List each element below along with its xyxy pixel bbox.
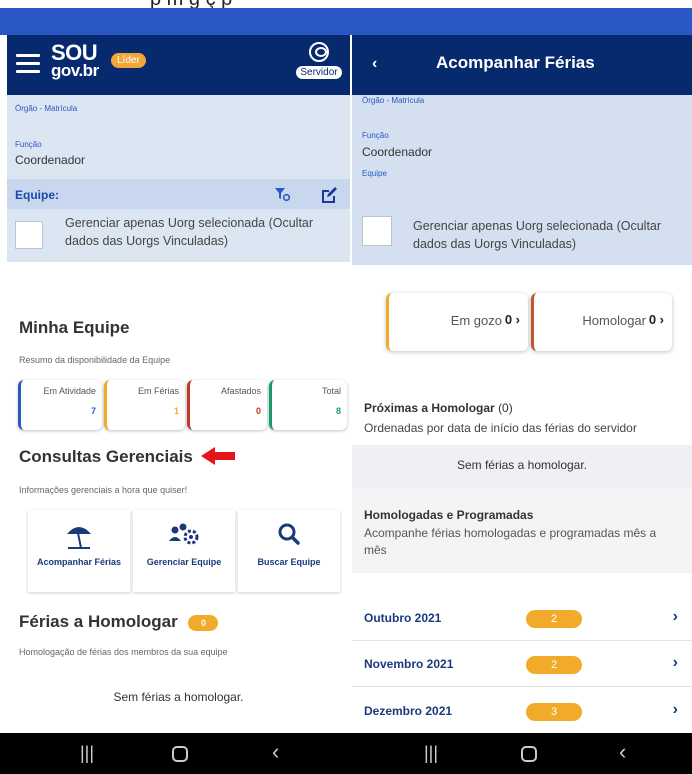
equipe-label: Equipe: (15, 188, 59, 202)
ferias-homologar-title: Férias a Homologar 0 (19, 612, 219, 632)
minha-equipe-subtitle: Resumo da disponibilidade da Equipe (19, 355, 171, 365)
home-screen: SOU gov.br Líder Servidor Órgão - Matríc… (7, 35, 350, 733)
proximas-empty-text: Sem férias a homologar. (456, 458, 588, 472)
stat-total[interactable]: Total 8 (269, 380, 347, 430)
homologadas-box: Homologadas e Programadas Acompanhe féri… (352, 487, 692, 573)
android-nav-bar: ||| ‹ ||| ‹ (0, 733, 692, 774)
homologadas-title: Homologadas e Programadas (364, 508, 534, 522)
manage-uorg-text: Gerenciar apenas Uorg selecionada (Ocult… (413, 219, 662, 251)
orgao-label: Órgão - Matrícula (362, 96, 425, 105)
user-icon (309, 42, 329, 62)
recent-apps-icon[interactable]: ||| (424, 743, 438, 764)
profile-label: Servidor (296, 66, 342, 79)
manage-uorg-row: Gerenciar apenas Uorg selecionada (Ocult… (7, 209, 350, 262)
status-bar (0, 8, 692, 35)
ferias-count-badge: 0 (188, 614, 219, 631)
consultas-subtitle: Informações gerenciais a hora que quiser… (19, 485, 188, 495)
menu-icon[interactable] (16, 54, 40, 74)
screen-title: Acompanhar Férias (436, 53, 595, 72)
card-em-gozo[interactable]: Em gozo 0 › (386, 293, 528, 351)
chevron-left-icon[interactable]: ‹ (372, 55, 377, 73)
back-icon[interactable]: ‹ (272, 739, 279, 765)
funcao-value: Coordenador (15, 153, 86, 167)
month-row-dezembro[interactable]: Dezembro 2021 3 › (352, 690, 692, 733)
recent-apps-icon[interactable]: ||| (80, 743, 94, 764)
proximas-title: Próximas a Homologar (0) (364, 401, 513, 415)
profile-button[interactable]: Servidor (293, 42, 345, 80)
manage-uorg-checkbox[interactable] (362, 216, 392, 246)
lider-badge: Líder (111, 53, 146, 68)
ferias-homologar-subtitle: Homologação de férias dos membros da sua… (19, 647, 228, 657)
manage-uorg-row: Gerenciar apenas Uorg selecionada (Ocult… (352, 204, 692, 265)
app-header: SOU gov.br Líder Servidor (7, 35, 350, 95)
stat-afastados[interactable]: Afastados 0 (187, 380, 267, 430)
month-row-novembro[interactable]: Novembro 2021 2 › (352, 643, 692, 687)
month-count-badge: 2 (526, 656, 582, 674)
consultas-title: Consultas Gerenciais (19, 447, 193, 466)
chevron-right-icon: › (672, 701, 678, 718)
sou-govbr-logo: SOU gov.br (51, 40, 99, 80)
equipe-label: Equipe (362, 169, 387, 178)
home-icon[interactable] (172, 746, 188, 762)
funcao-label: Função (362, 131, 389, 140)
chevron-right-icon: › (672, 608, 678, 625)
stat-em-ferias[interactable]: Em Férias 1 (104, 380, 185, 430)
user-info: Órgão - Matrícula Função Coordenador Equ… (352, 95, 692, 204)
proximas-empty-box: Sem férias a homologar. (352, 445, 692, 487)
month-count-badge: 2 (526, 610, 582, 628)
filter-icon[interactable] (274, 186, 290, 202)
tile-buscar-equipe[interactable]: Buscar Equipe (238, 510, 340, 592)
edit-icon[interactable] (320, 186, 338, 204)
home-icon[interactable] (521, 746, 537, 762)
tile-acompanhar-ferias[interactable]: Acompanhar Férias (28, 510, 130, 592)
team-gear-icon (169, 523, 199, 545)
beach-umbrella-icon (67, 527, 91, 549)
month-row-outubro[interactable]: Outubro 2021 2 › (352, 597, 692, 641)
screen-header: ‹ Acompanhar Férias (352, 35, 692, 95)
equipe-bar: Equipe: (7, 179, 350, 209)
manage-uorg-text: Gerenciar apenas Uorg selecionada (Ocult… (65, 216, 314, 248)
caption-strip: p m g ç p (0, 0, 692, 8)
month-count-badge: 3 (526, 703, 582, 721)
card-homologar[interactable]: Homologar 0 › (531, 293, 672, 351)
proximas-subtitle: Ordenadas por data de início das férias … (364, 421, 637, 435)
stat-em-atividade[interactable]: Em Atividade 7 (18, 380, 102, 430)
funcao-label: Função (15, 140, 42, 149)
orgao-label: Órgão - Matrícula (15, 104, 78, 113)
ferias-empty-text: Sem férias a homologar. (113, 690, 244, 704)
chevron-right-icon: › (672, 654, 678, 671)
back-icon[interactable]: ‹ (619, 739, 626, 765)
tile-gerenciar-equipe[interactable]: Gerenciar Equipe (133, 510, 235, 592)
red-pointer-arrow (201, 447, 235, 465)
manage-uorg-checkbox[interactable] (15, 221, 43, 249)
homologadas-subtitle: Acompanhe férias homologadas e programad… (364, 526, 657, 557)
acompanhar-ferias-screen: ‹ Acompanhar Férias Órgão - Matrícula Fu… (352, 35, 692, 733)
funcao-value: Coordenador (362, 145, 433, 159)
search-icon (278, 523, 300, 545)
user-info: Órgão - Matrícula Função Coordenador (7, 95, 350, 179)
minha-equipe-title: Minha Equipe (19, 318, 130, 337)
